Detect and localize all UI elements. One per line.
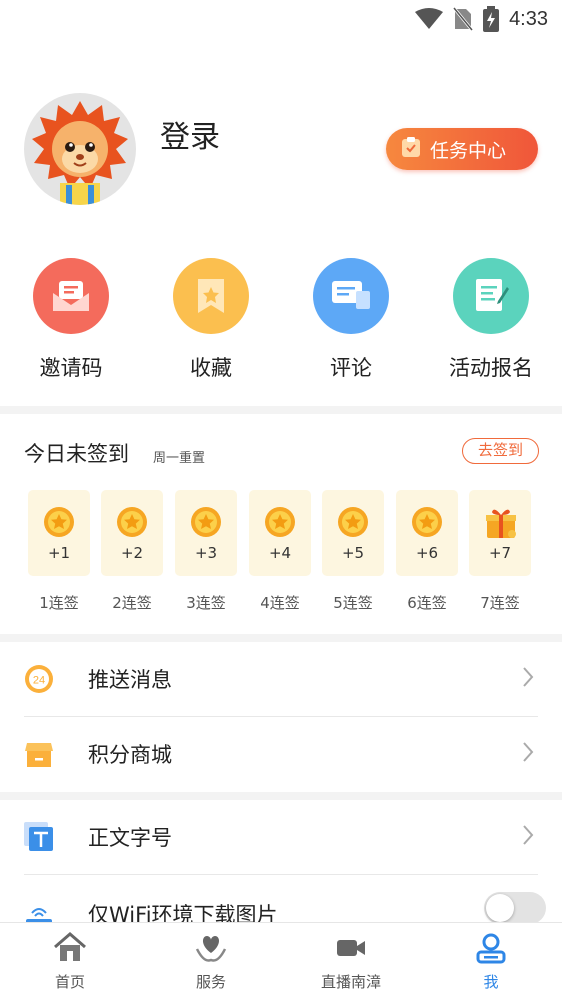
task-center-button[interactable]: 任务中心 [386, 128, 538, 170]
wifi-icon [415, 8, 444, 30]
heart-hands-icon [194, 931, 228, 965]
user-icon [474, 931, 508, 965]
checkin-day-points: +3 [194, 544, 218, 562]
checkin-day-points: +5 [341, 544, 365, 562]
signup-form-icon [453, 258, 529, 334]
checkin-day-streak: 3连签 [186, 594, 226, 612]
battery-charging-icon [483, 6, 500, 32]
envelope-icon [33, 258, 109, 334]
coin-icon [190, 506, 222, 538]
checkin-subtitle: 周一重置 [153, 451, 206, 466]
nav-label: 服务 [195, 973, 226, 991]
checkin-day-streak: 4连签 [260, 594, 300, 612]
checkin-day-streak: 1连签 [39, 594, 79, 612]
checkin-day-streak: 2连签 [112, 594, 152, 612]
nav-label: 我 [483, 973, 499, 991]
chevron-right-icon [522, 824, 534, 850]
quick-action-event-signup[interactable]: 活动报名 [426, 258, 556, 382]
task-clipboard-icon [400, 136, 422, 162]
coin-icon [116, 506, 148, 538]
gift-icon [484, 506, 516, 538]
quick-action-label: 评论 [330, 356, 372, 380]
no-sim-icon [453, 7, 474, 31]
checkin-day-card[interactable]: +7 [469, 490, 531, 576]
coin-icon [411, 506, 443, 538]
checkin-title: 今日未签到 [24, 442, 129, 466]
checkin-day-card[interactable]: +1 [28, 490, 90, 576]
avatar[interactable] [24, 93, 136, 205]
menu-item-font-size[interactable]: 正文字号 [0, 800, 562, 874]
bookmark-icon [173, 258, 249, 334]
menu-item-label: 推送消息 [88, 668, 172, 692]
checkin-day-points: +6 [415, 544, 439, 562]
nav-label: 直播南漳 [320, 973, 381, 991]
menu-item-label: 正文字号 [88, 826, 172, 850]
chevron-right-icon [522, 666, 534, 692]
checkin-button[interactable]: 去签到 [462, 438, 539, 464]
quick-action-invite[interactable]: 邀请码 [6, 258, 136, 382]
nav-live[interactable]: 直播南漳 [291, 931, 411, 992]
bottom-nav: 首页 服务 直播南漳 我 [0, 922, 562, 1000]
section-divider [0, 634, 562, 642]
quick-actions: 邀请码 收藏 评论 活动报名 [0, 258, 562, 388]
quick-action-comments[interactable]: 评论 [286, 258, 416, 382]
checkin-day-streak: 6连签 [407, 594, 447, 612]
checkin-day-points: +4 [268, 544, 292, 562]
checkin-day-streak: 5连签 [333, 594, 373, 612]
checkin-day-points: +2 [120, 544, 144, 562]
quick-action-label: 活动报名 [449, 356, 533, 380]
checkin-day-points: +1 [47, 544, 71, 562]
menu-item-wifi-only-images: 仅WiFi环境下载图片 [0, 875, 562, 923]
menu-item-label: 仅WiFi环境下载图片 [88, 903, 278, 923]
quick-action-label: 邀请码 [39, 356, 103, 380]
checkin-day-streak: 7连签 [480, 594, 520, 612]
svg-text:24: 24 [33, 675, 45, 687]
toggle-knob [486, 894, 514, 922]
checkin-day-card[interactable]: +4 [249, 490, 311, 576]
quick-action-favorites[interactable]: 收藏 [146, 258, 276, 382]
home-icon [53, 931, 87, 965]
coin-icon [43, 506, 75, 538]
text-size-icon [24, 822, 54, 852]
menu-item-label: 积分商城 [88, 743, 172, 767]
menu-item-points-mall[interactable]: 积分商城 [0, 717, 562, 791]
checkin-day-points: +7 [488, 544, 512, 562]
checkin-day-card[interactable]: +2 [101, 490, 163, 576]
menu-item-push-messages[interactable]: 24 推送消息 [0, 642, 562, 716]
nav-home[interactable]: 首页 [10, 931, 130, 992]
nav-label: 首页 [54, 973, 85, 991]
wifi-router-icon [24, 903, 54, 923]
status-bar: 4:33 [0, 0, 562, 40]
shop-icon [24, 739, 54, 769]
checkin-day-card[interactable]: +6 [396, 490, 458, 576]
nav-services[interactable]: 服务 [151, 931, 271, 992]
quick-action-label: 收藏 [190, 356, 232, 380]
status-time: 4:33 [509, 7, 548, 30]
wifi-only-toggle[interactable] [484, 892, 546, 923]
login-label[interactable]: 登录 [160, 112, 220, 156]
task-center-label: 任务中心 [430, 139, 507, 162]
section-divider [0, 792, 562, 800]
checkin-day-card[interactable]: +5 [322, 490, 384, 576]
section-divider [0, 406, 562, 414]
video-camera-icon [334, 931, 368, 965]
chevron-right-icon [522, 741, 534, 767]
push-badge-icon: 24 [24, 664, 54, 694]
checkin-day-card[interactable]: +3 [175, 490, 237, 576]
comment-icon [313, 258, 389, 334]
coin-icon [337, 506, 369, 538]
coin-icon [264, 506, 296, 538]
nav-me[interactable]: 我 [431, 931, 551, 992]
